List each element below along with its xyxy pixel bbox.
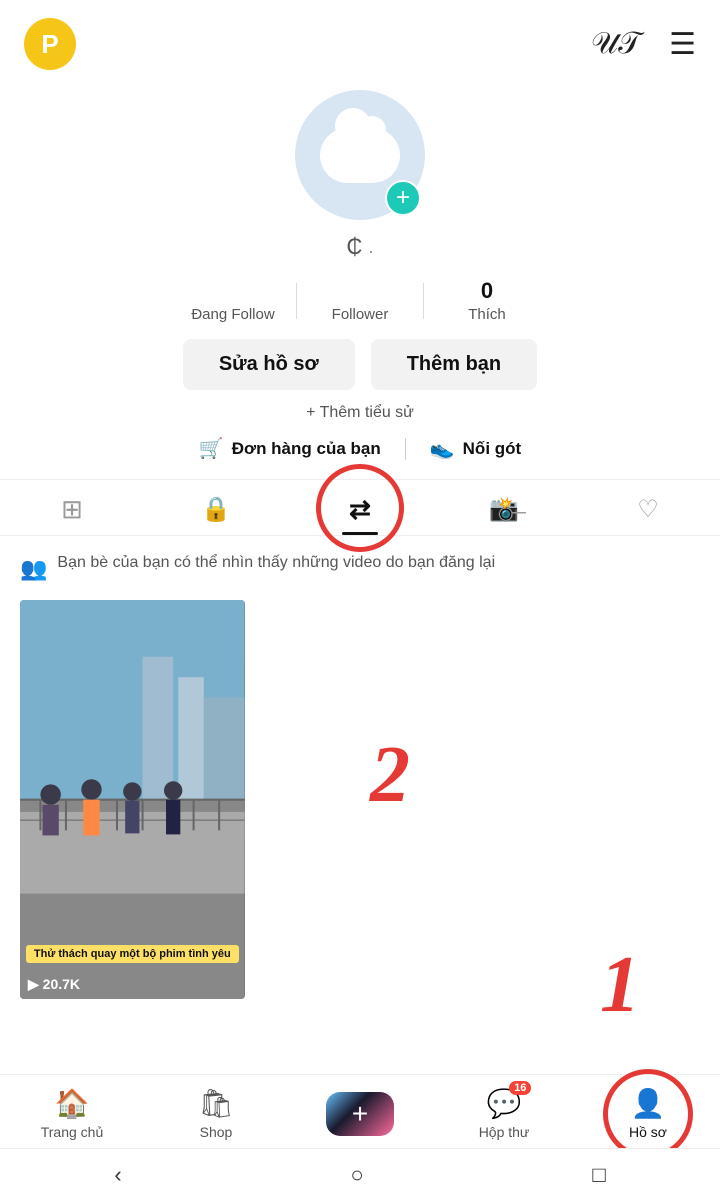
video-item-1[interactable]: Thử thách quay một bộ phim tình yêu ▶ 20… — [20, 600, 245, 999]
shoe-icon: 👟 — [430, 436, 455, 461]
link-divider — [405, 438, 406, 460]
repost-notice: 👥 Bạn bè của bạn có thể nhìn thấy những … — [20, 554, 700, 582]
stats-row: Đang Follow Follower 0 Thích — [170, 278, 550, 323]
nav-shop[interactable]: 🛍 Shop — [176, 1087, 256, 1140]
profile-label: Hồ sơ — [629, 1124, 667, 1140]
nav-inbox[interactable]: 💬 16 Hộp thư — [464, 1087, 544, 1140]
home-icon: 🏠 — [55, 1087, 90, 1120]
create-button[interactable]: + — [326, 1092, 394, 1136]
video-thumbnail-bg — [20, 600, 245, 999]
nav-profile[interactable]: 👤 Hồ sơ — [608, 1087, 688, 1140]
profile-section: + ₵ . Đang Follow Follower 0 Thích Sửa h… — [0, 80, 720, 479]
shop-icon: 🛍 — [198, 1087, 234, 1120]
video-play-count: ▶ 20.7K — [28, 976, 80, 993]
heel-label: Nối gót — [463, 439, 522, 459]
tab-liked[interactable]: ♡ — [576, 480, 720, 535]
top-bar: P 𝒰𝒯 ☰ — [0, 0, 720, 80]
add-photo-button[interactable]: + — [385, 180, 421, 216]
glasses-icon[interactable]: 𝒰𝒯 — [591, 27, 641, 61]
username-icon: ₵ — [347, 234, 363, 260]
avatar-image — [320, 128, 400, 183]
likes-label: Thích — [468, 306, 506, 323]
grid-icon: ⊞ — [61, 494, 83, 525]
system-nav: ‹ ○ □ — [0, 1148, 720, 1200]
video-grid: Thử thách quay một bộ phim tình yêu ▶ 20… — [20, 600, 700, 999]
following-count — [230, 278, 236, 304]
plus-icon: + — [352, 1098, 368, 1130]
username-row: ₵ . — [347, 234, 374, 260]
heart-icon: ♡ — [637, 495, 659, 524]
stat-follower[interactable]: Follower — [297, 278, 423, 323]
action-buttons: Sửa hồ sơ Thêm bạn — [183, 339, 537, 390]
collab-icon: 📸̶ — [489, 495, 519, 524]
nav-create[interactable]: + — [320, 1092, 400, 1136]
content-area: 👥 Bạn bè của bạn có thể nhìn thấy những … — [0, 536, 720, 999]
cart-icon: 🛒 — [199, 436, 224, 461]
tab-repost[interactable]: ⇄ — [288, 480, 432, 535]
inbox-label: Hộp thư — [479, 1124, 530, 1140]
stat-following[interactable]: Đang Follow — [170, 278, 296, 323]
orders-label: Đơn hàng của bạn — [232, 439, 381, 459]
recents-button[interactable]: □ — [568, 1154, 629, 1196]
heel-link[interactable]: 👟 Nối gót — [430, 436, 521, 461]
top-right-icons: 𝒰𝒯 ☰ — [591, 27, 696, 62]
inbox-badge: 16 — [509, 1081, 531, 1095]
menu-icon[interactable]: ☰ — [669, 27, 696, 62]
avatar-wrap: + — [295, 90, 425, 220]
bottom-nav: 🏠 Trang chủ 🛍 Shop + 💬 16 Hộp thư 👤 Hồ s… — [0, 1074, 720, 1148]
back-button[interactable]: ‹ — [90, 1154, 145, 1196]
likes-count: 0 — [481, 278, 493, 304]
repost-notice-text: Bạn bè của bạn có thể nhìn thấy những vi… — [57, 554, 495, 572]
follower-label: Follower — [332, 306, 389, 323]
orders-link[interactable]: 🛒 Đơn hàng của bạn — [199, 436, 381, 461]
video-caption: Thử thách quay một bộ phim tình yêu — [26, 945, 239, 963]
home-label: Trang chủ — [41, 1124, 104, 1140]
nav-home[interactable]: 🏠 Trang chủ — [32, 1087, 112, 1140]
edit-profile-button[interactable]: Sửa hồ sơ — [183, 339, 355, 390]
tab-collab[interactable]: 📸̶ — [432, 480, 576, 535]
links-row: 🛒 Đơn hàng của bạn 👟 Nối gót — [199, 436, 521, 461]
shop-label: Shop — [200, 1124, 233, 1140]
inbox-wrap: 💬 16 — [487, 1087, 522, 1120]
repost-icon: ⇄ — [349, 494, 371, 525]
following-label: Đang Follow — [191, 306, 274, 323]
app-logo: P — [24, 18, 76, 70]
tab-grid[interactable]: ⊞ — [0, 480, 144, 535]
lock-icon: 🔒 — [201, 495, 231, 524]
follower-count — [357, 278, 363, 304]
profile-icon: 👤 — [631, 1087, 666, 1120]
add-friend-button[interactable]: Thêm bạn — [371, 339, 537, 390]
add-bio-button[interactable]: + Thêm tiểu sử — [306, 404, 414, 422]
tab-lock[interactable]: 🔒 — [144, 480, 288, 535]
tab-bar: ⊞ 🔒 ⇄ 📸̶ ♡ — [0, 479, 720, 536]
home-button[interactable]: ○ — [326, 1154, 387, 1196]
username-dot: . — [368, 237, 373, 258]
video-scene — [20, 600, 245, 999]
tab-active-indicator — [342, 532, 378, 535]
people-icon: 👥 — [20, 556, 47, 582]
stat-likes[interactable]: 0 Thích — [424, 278, 550, 323]
